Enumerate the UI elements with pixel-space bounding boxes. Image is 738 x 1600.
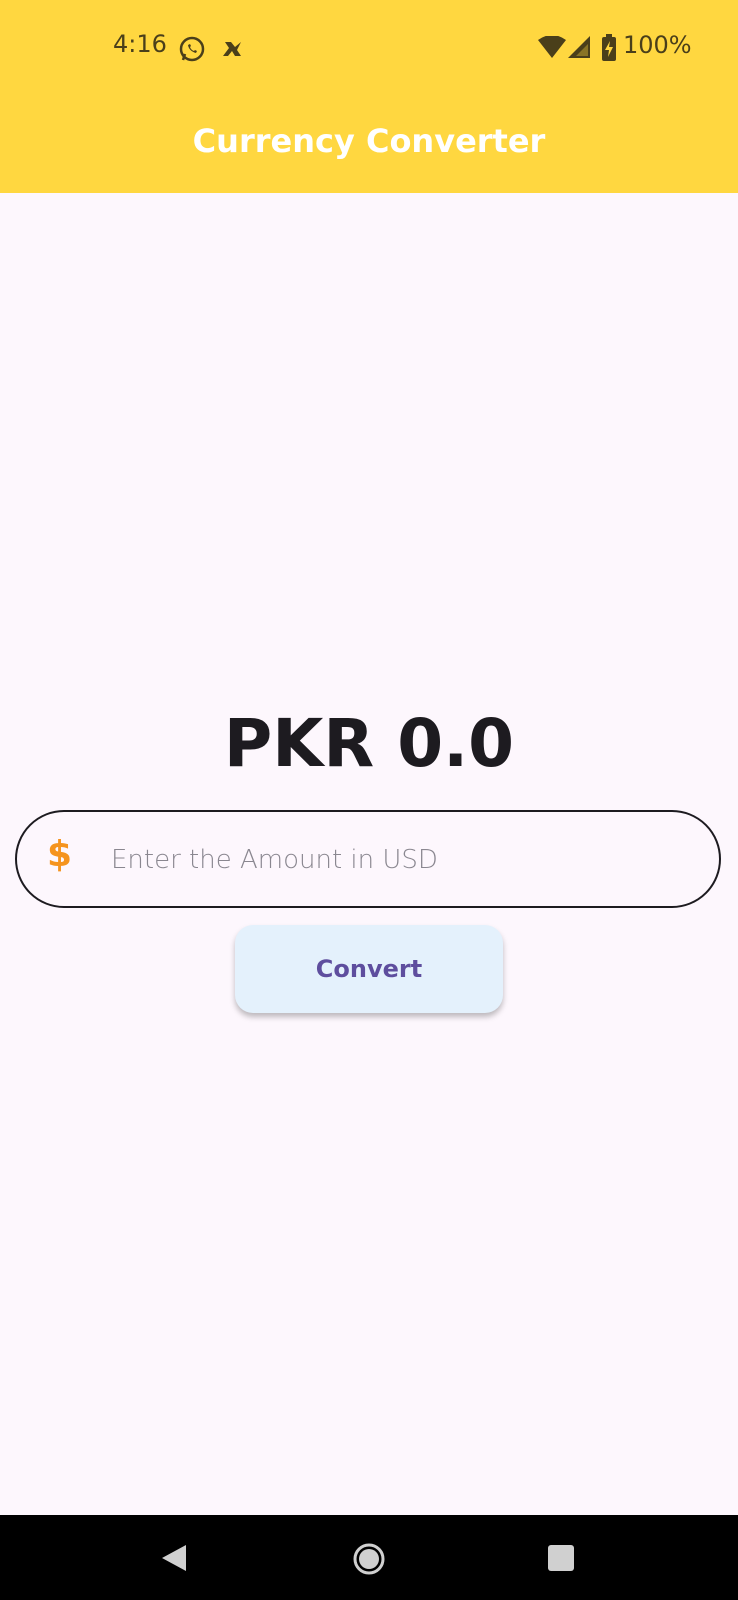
recents-icon[interactable] xyxy=(547,1544,575,1572)
dollar-icon: $ xyxy=(47,834,73,875)
amount-field[interactable]: $ xyxy=(15,810,721,908)
home-icon[interactable] xyxy=(352,1542,386,1576)
wifi-icon xyxy=(538,36,566,58)
app-bar: Currency Converter xyxy=(0,96,738,193)
app-title: Currency Converter xyxy=(192,122,546,160)
signal-icon xyxy=(568,36,590,58)
status-bar: 4:16 100% xyxy=(0,0,738,96)
app-screen: 4:16 100% Currency Converter PKR 0.0 $ E… xyxy=(0,0,738,1600)
whatsapp-icon xyxy=(179,36,205,62)
battery-charging-icon xyxy=(602,34,616,61)
amount-input[interactable] xyxy=(109,814,703,906)
status-time: 4:16 xyxy=(113,30,167,58)
back-icon[interactable] xyxy=(160,1544,188,1572)
battery-percent: 100% xyxy=(623,31,692,59)
notification-icon xyxy=(223,42,241,56)
system-nav-bar xyxy=(0,1515,738,1600)
conversion-result: PKR 0.0 xyxy=(223,705,515,782)
convert-button[interactable]: Convert xyxy=(235,925,503,1013)
